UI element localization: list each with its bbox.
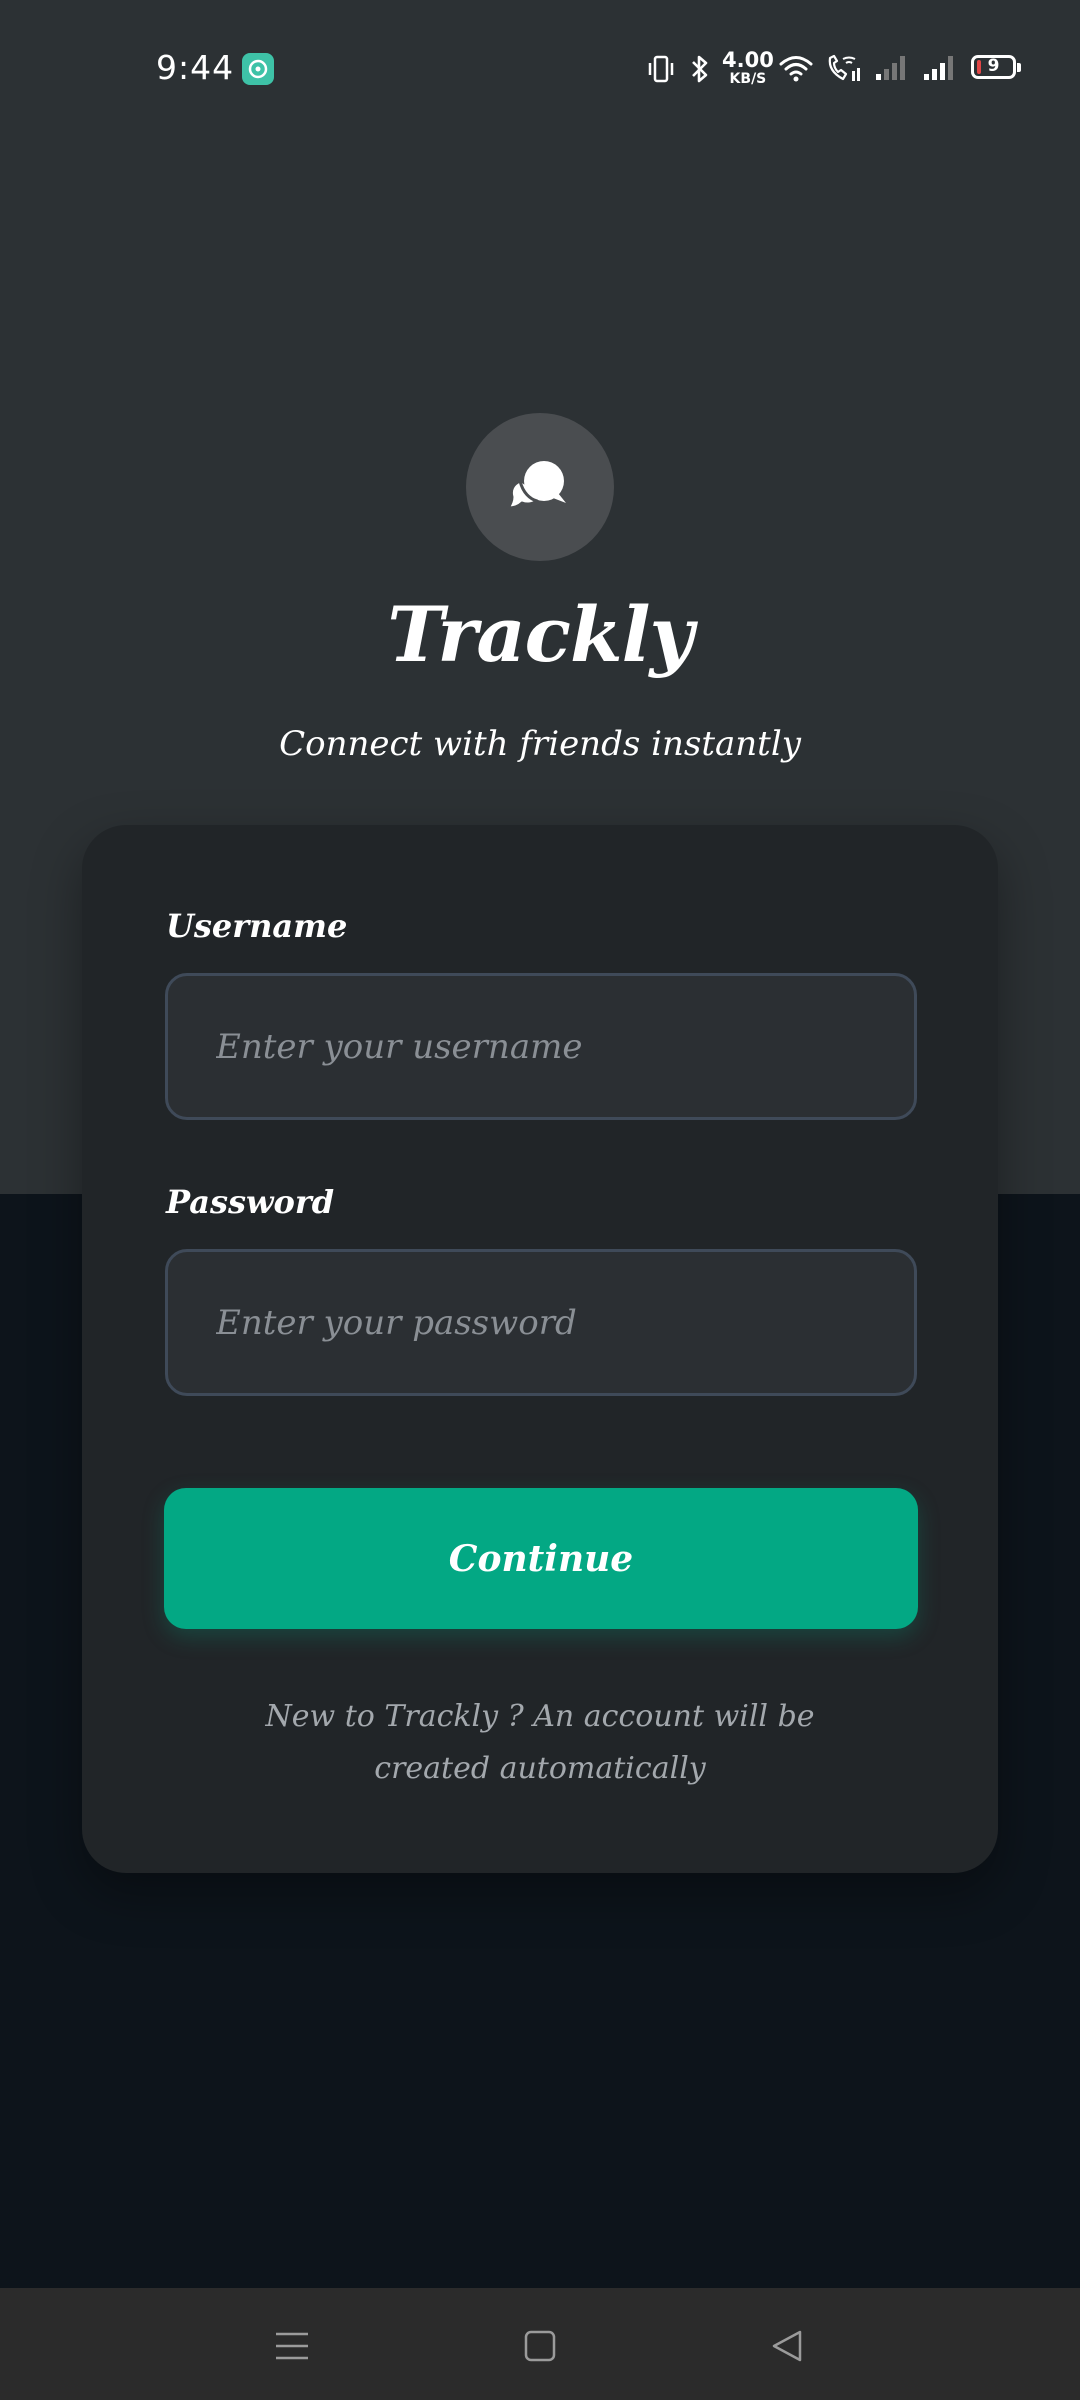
- password-label: Password: [166, 1183, 335, 1221]
- signal-icon: [924, 56, 953, 80]
- continue-button[interactable]: Continue: [164, 1488, 918, 1629]
- username-label: Username: [166, 907, 348, 945]
- menu-icon[interactable]: [262, 2316, 322, 2376]
- battery-level: 9: [987, 56, 1000, 76]
- helper-text: New to Trackly ? An account will be crea…: [265, 1699, 815, 1786]
- app-logo: [466, 413, 614, 561]
- app-title: Trackly: [387, 590, 693, 679]
- back-icon[interactable]: [758, 2316, 818, 2376]
- app-notification-icon: [242, 53, 274, 85]
- vibrate-icon: [648, 55, 674, 83]
- network-speed-value: 4.00: [722, 48, 774, 72]
- app-subtitle: Connect with friends instantly: [279, 724, 801, 764]
- chat-bubbles-icon: [506, 461, 566, 510]
- battery-icon: 9: [971, 55, 1021, 79]
- password-input[interactable]: [165, 1249, 917, 1396]
- bluetooth-icon: [692, 55, 708, 83]
- status-bar: 9:44 4.00 KB/S 9: [0, 0, 1080, 136]
- network-speed-unit: KB/S: [729, 71, 767, 87]
- navigation-bar: [0, 2288, 1080, 2400]
- status-time: 9:44: [156, 48, 235, 87]
- login-card: Username Password Continue New to Trackl…: [82, 825, 998, 1873]
- signal-weak-icon: [876, 56, 905, 80]
- username-input[interactable]: [165, 973, 917, 1120]
- wifi-call-icon: [828, 54, 860, 81]
- wifi-icon: [779, 56, 813, 82]
- home-icon[interactable]: [510, 2316, 570, 2376]
- network-speed: 4.00 KB/S: [722, 48, 774, 87]
